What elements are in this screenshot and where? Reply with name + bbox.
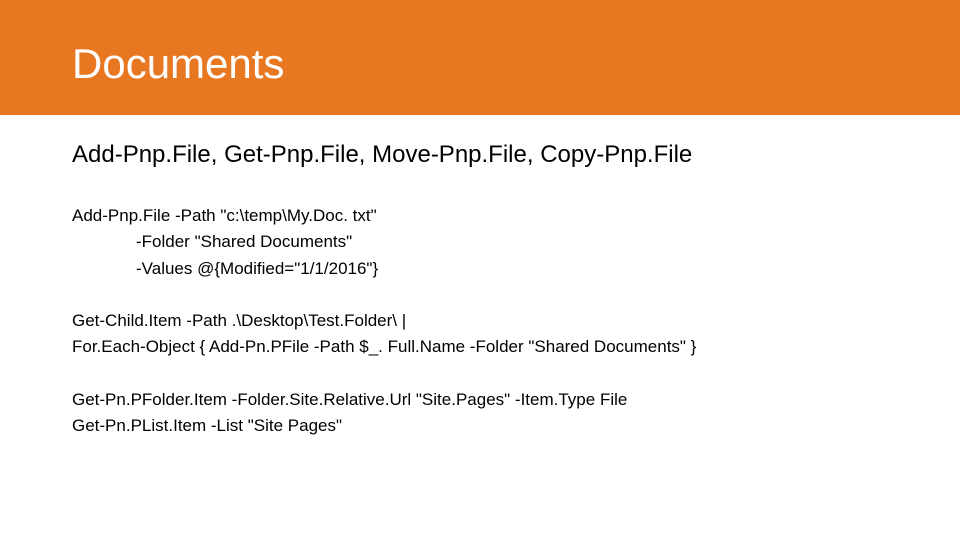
code-block-3: Get-Pn.PFolder.Item -Folder.Site.Relativ… [72, 387, 888, 440]
code-block-2: Get-Child.Item -Path .\Desktop\Test.Fold… [72, 308, 888, 361]
code-line: For.Each-Object { Add-Pn.PFile -Path $_.… [72, 334, 888, 360]
slide-content: Add-Pnp.File, Get-Pnp.File, Move-Pnp.Fil… [0, 115, 960, 439]
code-line: Add-Pnp.File -Path "c:\temp\My.Doc. txt" [72, 203, 888, 229]
code-line: -Folder "Shared Documents" [72, 229, 888, 255]
code-block-1: Add-Pnp.File -Path "c:\temp\My.Doc. txt"… [72, 203, 888, 282]
page-title: Documents [72, 28, 284, 88]
slide-header: Documents [0, 0, 960, 115]
code-line: Get-Pn.PFolder.Item -Folder.Site.Relativ… [72, 387, 888, 413]
code-line: -Values @{Modified="1/1/2016"} [72, 256, 888, 282]
code-line: Get-Child.Item -Path .\Desktop\Test.Fold… [72, 308, 888, 334]
code-line: Get-Pn.PList.Item -List "Site Pages" [72, 413, 888, 439]
subtitle: Add-Pnp.File, Get-Pnp.File, Move-Pnp.Fil… [72, 141, 888, 169]
